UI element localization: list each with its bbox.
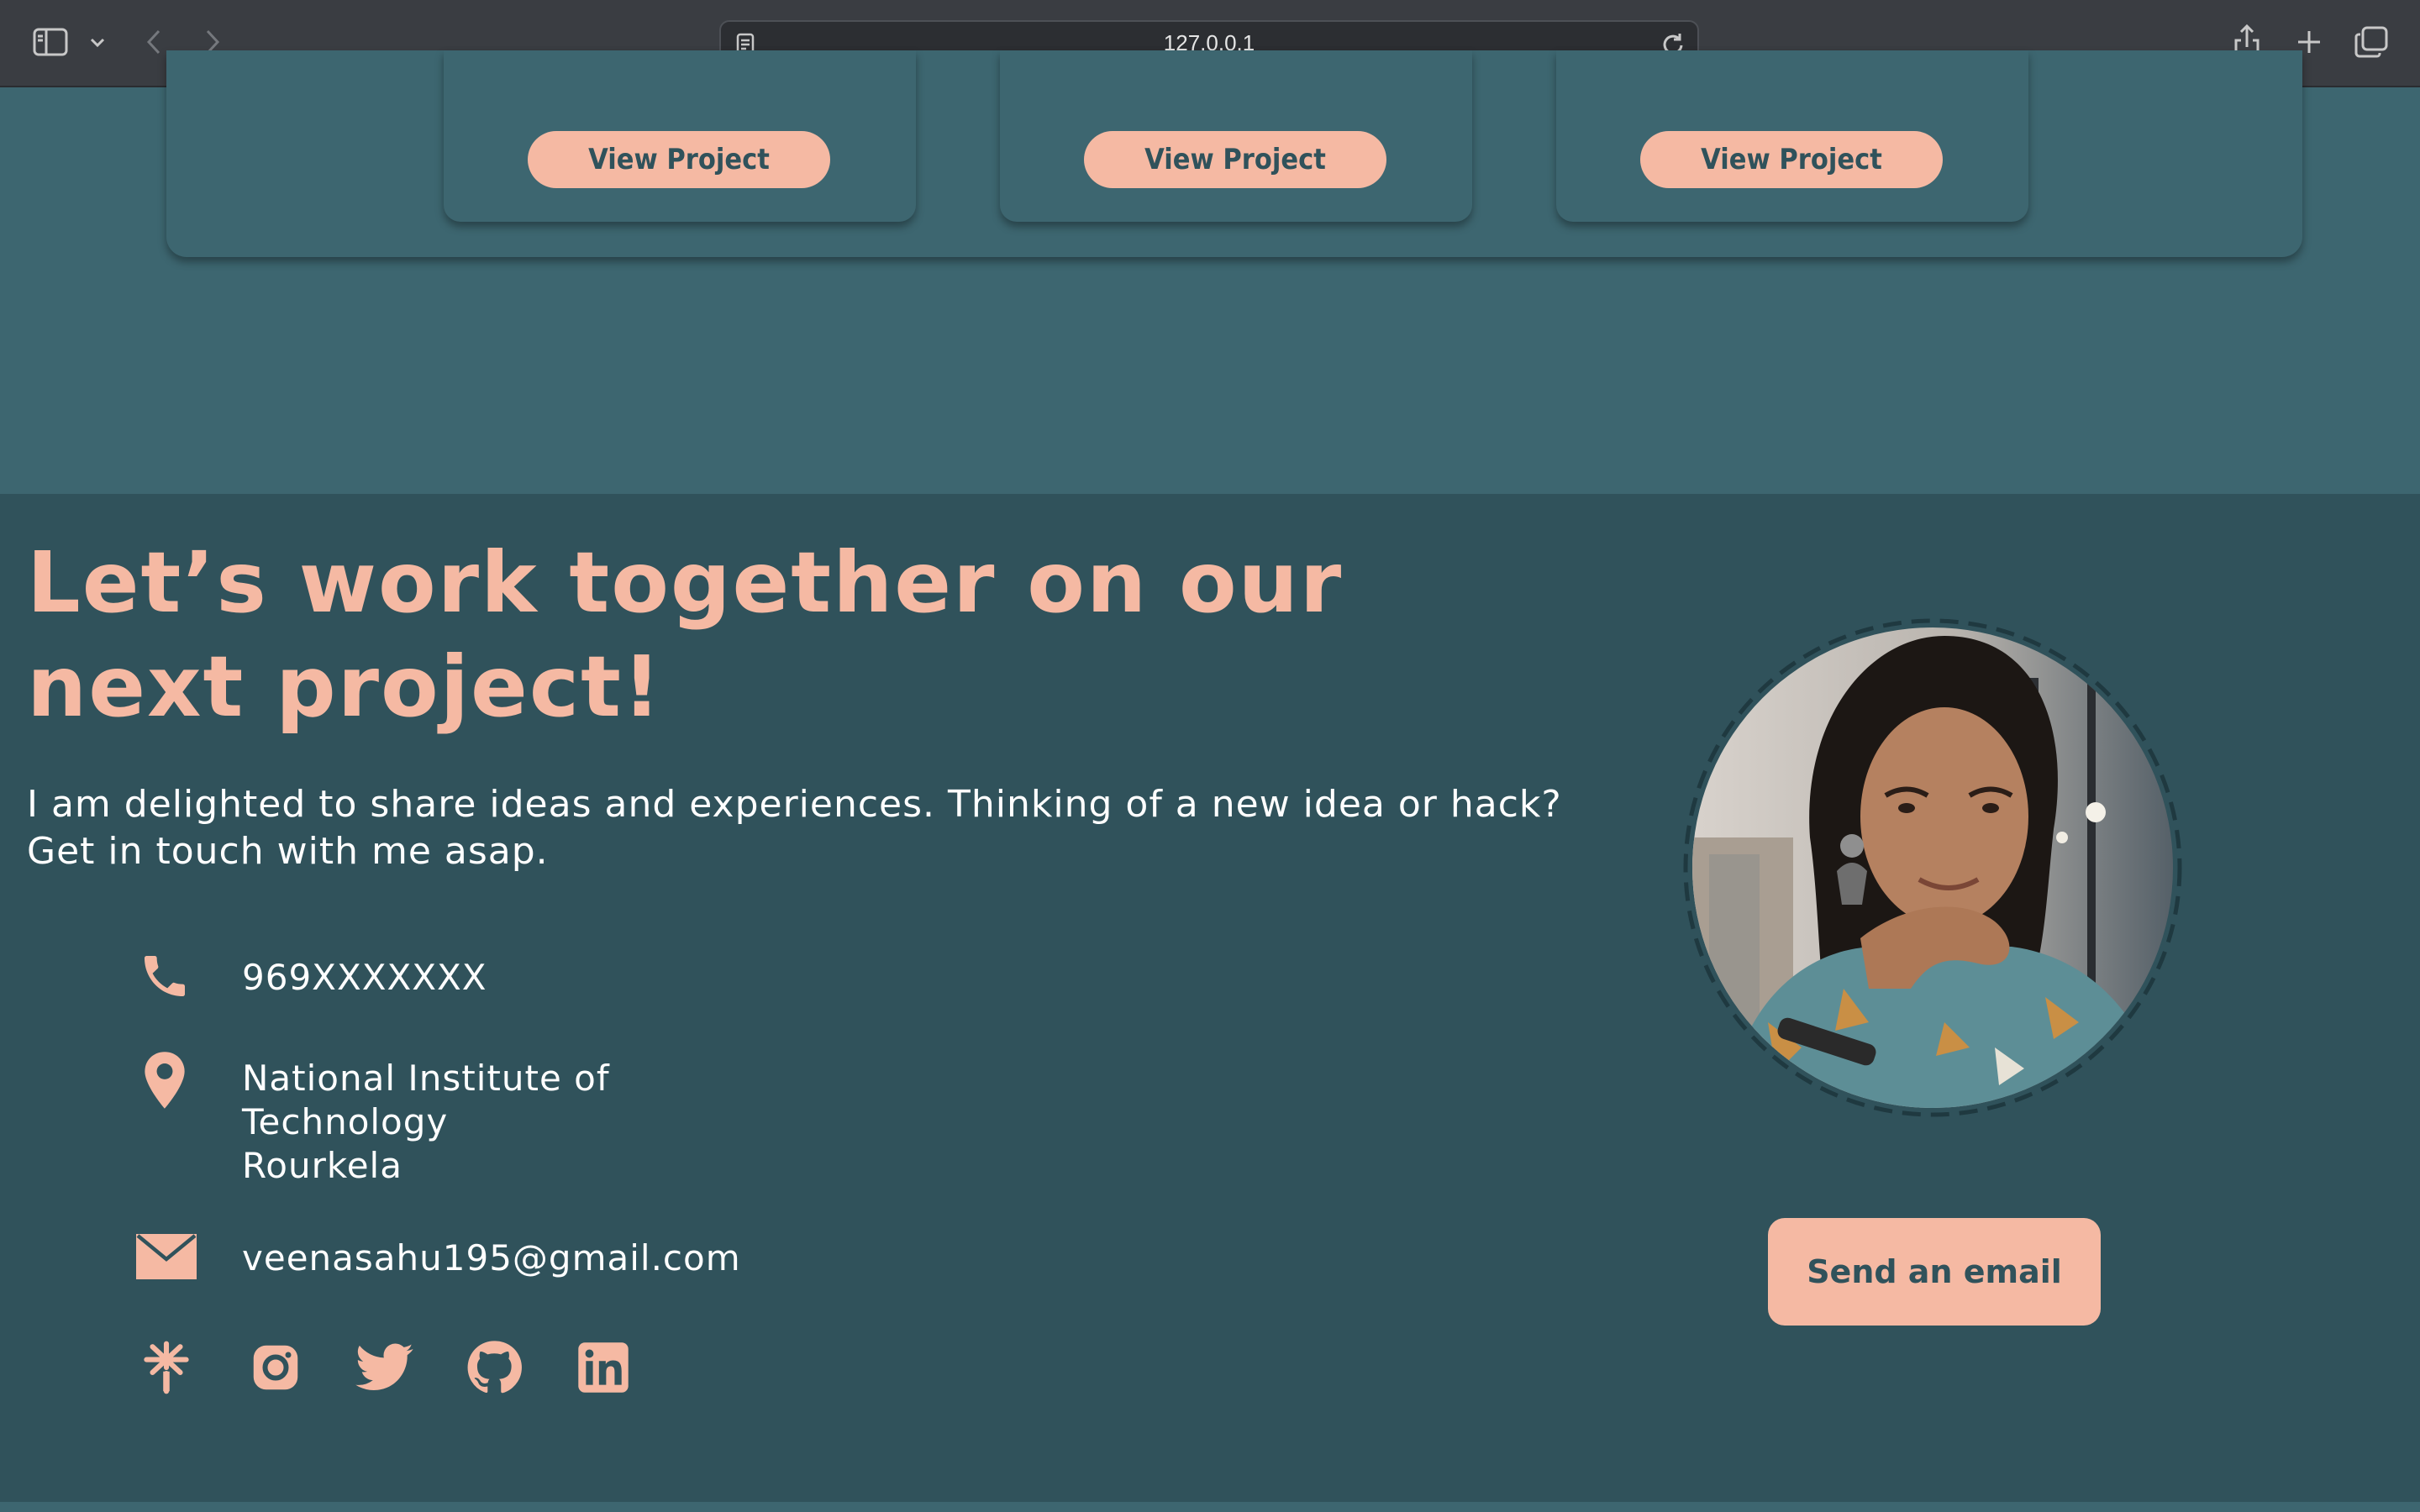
instagram-icon[interactable]: [244, 1336, 308, 1399]
twitter-icon[interactable]: [353, 1336, 417, 1399]
chevron-down-icon[interactable]: [87, 30, 108, 55]
project-card: View Project: [444, 50, 916, 222]
github-icon[interactable]: [462, 1336, 526, 1399]
back-icon[interactable]: [141, 27, 166, 57]
social-links: [134, 1336, 655, 1403]
view-project-button[interactable]: View Project: [528, 131, 830, 188]
email-address[interactable]: veenasahu195@gmail.com: [242, 1236, 741, 1280]
contact-section: Let’s work together on our next project!…: [0, 494, 2420, 1502]
contact-intro: I am delighted to share ideas and experi…: [27, 783, 1562, 873]
projects-panel: View Project View Project View Project: [166, 50, 2302, 257]
send-email-button[interactable]: Send an email: [1768, 1218, 2101, 1326]
project-card: View Project: [1000, 50, 1472, 222]
linktree-icon[interactable]: [134, 1336, 198, 1399]
address-line: Rourkela: [242, 1145, 402, 1186]
avatar: [1692, 627, 2173, 1108]
sidebar-toggle-icon[interactable]: [32, 25, 69, 59]
view-project-button[interactable]: View Project: [1084, 131, 1386, 188]
linkedin-icon[interactable]: [571, 1336, 635, 1399]
phone-number: 969XXXXXXX: [242, 957, 487, 998]
contact-heading: Let’s work together on our next project!: [27, 533, 1344, 736]
location-pin-icon: [134, 1050, 195, 1110]
mail-icon: [134, 1226, 198, 1287]
address-line: National Institute of: [242, 1058, 610, 1099]
tab-overview-icon[interactable]: [2353, 24, 2390, 60]
project-card: View Project: [1556, 50, 2028, 222]
view-project-button[interactable]: View Project: [1640, 131, 1943, 188]
phone-icon: [134, 946, 195, 1006]
profile-photo: [1681, 616, 2185, 1120]
address-line: Technology: [242, 1101, 449, 1142]
